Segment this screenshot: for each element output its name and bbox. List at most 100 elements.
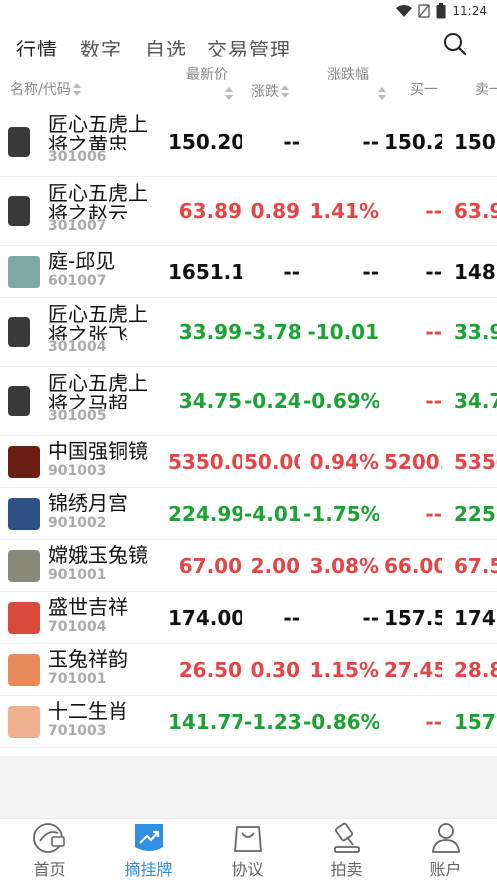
sell1-price: 34.7 bbox=[454, 389, 497, 413]
list-item[interactable]: 匠心五虎上 将之张飞 301004 33.99 -3.78 -10.01 -- 33.9 bbox=[0, 298, 497, 367]
nav-agreement[interactable]: 协议 bbox=[198, 819, 297, 885]
price-change: -1.23 bbox=[244, 709, 300, 734]
product-name: 庭-邱见 bbox=[48, 249, 116, 273]
nav-auction[interactable]: 拍卖 bbox=[297, 819, 396, 885]
price-change: -0.24 bbox=[244, 389, 300, 413]
buy1-price: -- bbox=[425, 259, 442, 284]
product-thumbnail bbox=[8, 705, 40, 738]
market-list: 匠心五虎上将之黄忠301006150.20----150.2150.匠心五虎上将… bbox=[0, 108, 497, 756]
product-name: 嫦娥玉兔镜 bbox=[48, 543, 148, 567]
product-thumbnail bbox=[8, 653, 40, 686]
nav-agreement-label: 协议 bbox=[231, 860, 264, 879]
change-percent: -- bbox=[362, 130, 379, 154]
no-signal-icon bbox=[418, 4, 431, 18]
price-change: -- bbox=[283, 130, 300, 154]
nav-account-label: 账户 bbox=[429, 860, 462, 879]
latest-price: 33.99 bbox=[178, 320, 242, 344]
sort-icon bbox=[72, 83, 81, 97]
product-code: 701004 bbox=[48, 619, 107, 635]
list-item[interactable]: 匠心五虎上将之黄忠301006150.20----150.2150. bbox=[0, 108, 497, 177]
product-thumbnail bbox=[8, 497, 40, 530]
product-name: 玉兔祥韵 bbox=[48, 647, 128, 671]
buy1-price: 5200.0 bbox=[384, 449, 442, 474]
change-percent: 3.08% bbox=[309, 553, 379, 578]
clock: 11:24 bbox=[452, 4, 487, 18]
user-icon bbox=[431, 823, 460, 853]
sell1-price: 157. bbox=[454, 709, 497, 734]
col-buy1: 买一 bbox=[410, 82, 438, 98]
home-icon bbox=[32, 823, 65, 853]
list-item[interactable]: 中国强铜镜901003 5350.050.00 0.94%5200.0 5350 bbox=[0, 436, 497, 488]
sell1-price: 225. bbox=[454, 501, 497, 526]
sell1-price: 1485 bbox=[454, 259, 497, 284]
product-name: 匠心五虎上 bbox=[48, 371, 148, 395]
product-code: 301007 bbox=[48, 218, 107, 234]
change-percent: -0.86% bbox=[303, 709, 379, 734]
list-item[interactable]: 匠心五虎上 将之马超 301005 34.75 -0.24 -0.69% -- 34.7 bbox=[0, 367, 497, 436]
product-code: 901002 bbox=[48, 515, 107, 531]
product-name: 匠心五虎上 bbox=[48, 112, 148, 136]
change-percent: 1.15% bbox=[309, 657, 379, 682]
search-icon[interactable] bbox=[441, 30, 469, 58]
sell1-price: 67.5 bbox=[454, 553, 497, 578]
tab-trade-management[interactable]: 交易管理 bbox=[207, 34, 291, 57]
product-code: 301006 bbox=[48, 149, 107, 165]
list-item[interactable]: 十二生肖701003 141.77-1.23-0.86% -- 157. bbox=[0, 696, 497, 748]
product-thumbnail bbox=[8, 549, 40, 582]
bag-icon bbox=[233, 826, 262, 852]
col-change[interactable]: 涨跌 bbox=[251, 81, 289, 101]
nav-account[interactable]: 账户 bbox=[396, 819, 495, 885]
trend-icon bbox=[134, 824, 163, 851]
product-thumbnail bbox=[8, 196, 30, 226]
list-item[interactable]: 锦绣月宫901002 224.99-4.01-1.75% -- 225. bbox=[0, 488, 497, 540]
nav-home[interactable]: 首页 bbox=[0, 819, 99, 885]
price-change: -- bbox=[283, 259, 300, 284]
product-name: 中国强铜镜 bbox=[48, 439, 148, 463]
status-bar: 11:24 bbox=[0, 0, 497, 22]
col-change-pct[interactable]: 涨跌幅 bbox=[327, 64, 369, 84]
product-code: 901001 bbox=[48, 567, 107, 583]
product-code: 701001 bbox=[48, 671, 107, 687]
list-item[interactable]: 匠心五虎上 将之赵云 301007 63.89 0.89 1.41% -- 63.9 bbox=[0, 177, 497, 246]
sort-icon[interactable] bbox=[378, 87, 387, 101]
product-code: 901003 bbox=[48, 463, 107, 479]
product-code: 301005 bbox=[48, 408, 107, 424]
buy1-price: -- bbox=[425, 199, 442, 223]
latest-price: 224.99 bbox=[168, 501, 242, 526]
sell1-price: 33.9 bbox=[454, 320, 497, 344]
bottom-nav: 首页 摘挂牌 协议 拍卖 账户 bbox=[0, 818, 497, 885]
col-name-code[interactable]: 名称/代码 bbox=[10, 79, 81, 99]
sort-icon[interactable] bbox=[225, 87, 233, 101]
product-name: 十二生肖 bbox=[48, 699, 128, 723]
buy1-price: 157.5 bbox=[384, 605, 442, 630]
tab-digital[interactable]: 数字 bbox=[80, 34, 122, 57]
latest-price: 141.77 bbox=[168, 709, 242, 734]
nav-listing[interactable]: 摘挂牌 bbox=[99, 819, 198, 885]
top-tab-bar: 行情 数字 自选 交易管理 bbox=[0, 30, 497, 64]
latest-price: 1651.1 bbox=[168, 259, 242, 284]
price-change: -- bbox=[283, 605, 300, 630]
tab-market[interactable]: 行情 bbox=[16, 34, 58, 57]
change-percent: 1.41% bbox=[309, 199, 379, 223]
product-code: 301004 bbox=[48, 339, 107, 355]
tab-watchlist[interactable]: 自选 bbox=[145, 34, 187, 57]
list-footer-area bbox=[0, 756, 497, 818]
price-change: 0.30 bbox=[250, 657, 300, 682]
price-change: 2.00 bbox=[250, 553, 300, 578]
list-item[interactable]: 盛世吉祥701004174.00----157.5174. bbox=[0, 592, 497, 644]
col-latest-price[interactable]: 最新价 bbox=[186, 64, 228, 84]
list-item[interactable]: 玉兔祥韵 701001 26.50 0.30 1.15% 27.45 28.8 bbox=[0, 644, 497, 696]
gavel-icon bbox=[333, 822, 360, 853]
price-change: -4.01 bbox=[244, 501, 300, 526]
list-item[interactable]: 庭-邱见601007 1651.1 -- -- -- 1485 bbox=[0, 246, 497, 298]
product-thumbnail bbox=[8, 386, 30, 416]
buy1-price: 150.2 bbox=[384, 130, 442, 154]
product-thumbnail bbox=[8, 127, 30, 157]
latest-price: 174.00 bbox=[168, 605, 242, 630]
product-name: 匠心五虎上 bbox=[48, 302, 148, 326]
wifi-icon bbox=[396, 5, 413, 17]
product-thumbnail bbox=[8, 255, 40, 288]
list-item[interactable]: 嫦娥玉兔镜 901001 67.00 2.00 3.08% 66.00 67.5 bbox=[0, 540, 497, 592]
col-sell1: 卖一 bbox=[475, 82, 497, 98]
latest-price: 5350.0 bbox=[168, 449, 242, 474]
